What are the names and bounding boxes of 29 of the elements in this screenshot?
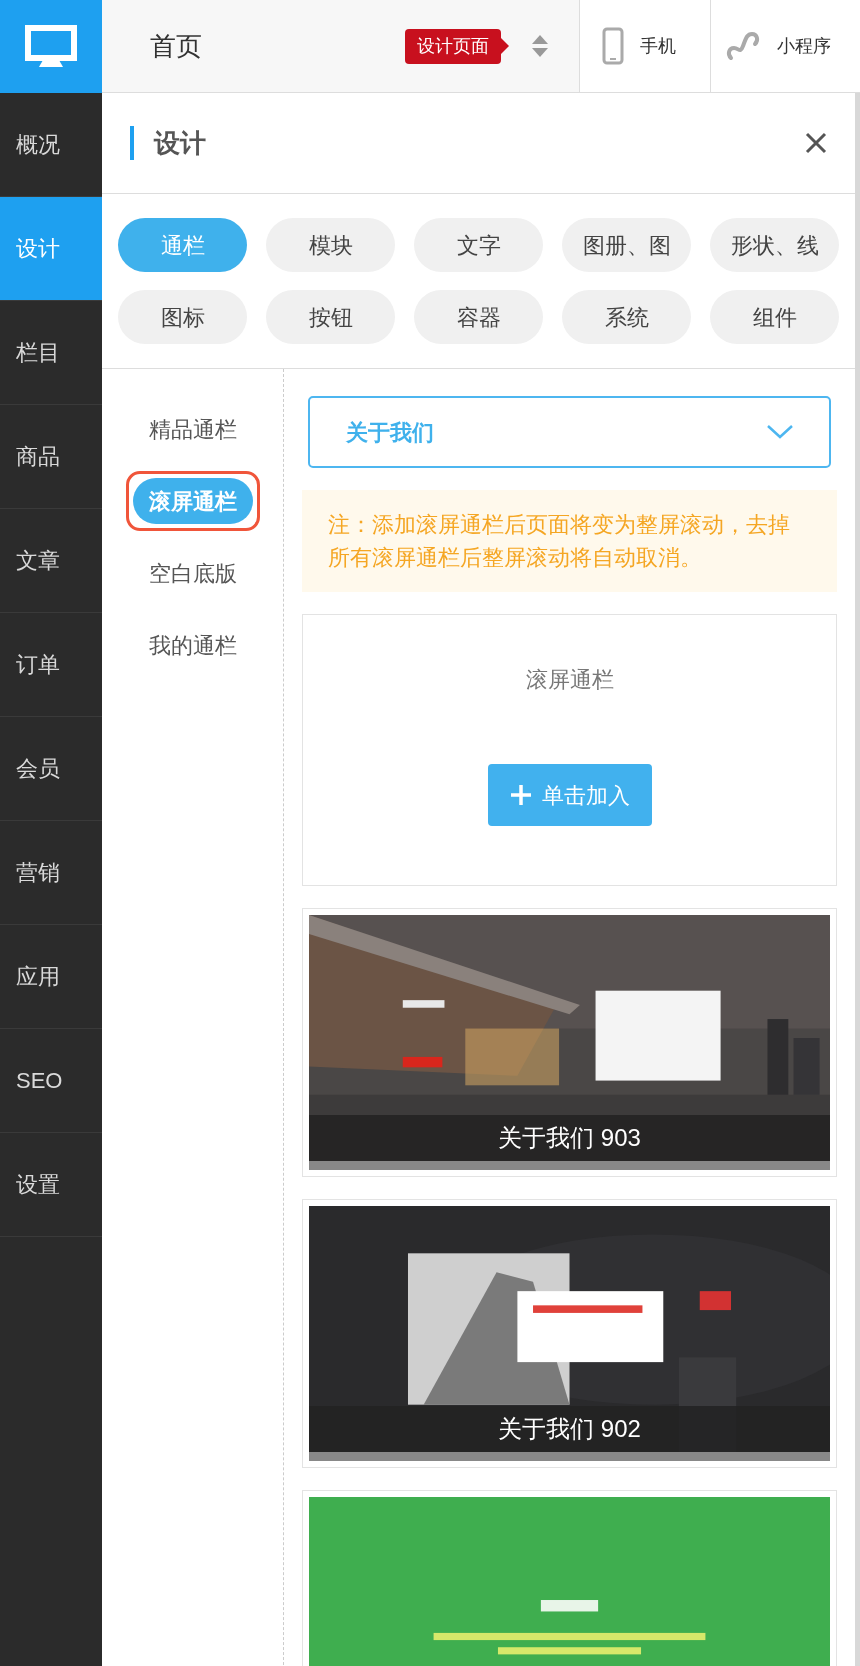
category-pill[interactable]: 图标 [118, 290, 247, 344]
subcategory-item[interactable]: 我的通栏 [132, 622, 253, 668]
notice-text: 注：添加滚屏通栏后页面将变为整屏滚动，去掉所有滚屏通栏后整屏滚动将自动取消。 [302, 490, 837, 592]
category-pill[interactable]: 按钮 [266, 290, 395, 344]
page-title: 首页 [150, 29, 202, 63]
category-pill[interactable]: 模块 [266, 218, 395, 272]
close-icon[interactable] [805, 132, 827, 154]
category-pill[interactable]: 图册、图 [562, 218, 691, 272]
card-title: 滚屏通栏 [525, 666, 614, 694]
category-pill[interactable]: 组件 [710, 290, 839, 344]
template-card[interactable]: 关于我们 902 [302, 1199, 837, 1468]
template-card[interactable]: 关于我们 903 [302, 908, 837, 1177]
template-caption: 关于我们 903 [309, 1115, 830, 1161]
category-pill[interactable]: 容器 [414, 290, 543, 344]
chevron-down-icon [767, 425, 793, 439]
logo-tile[interactable] [0, 0, 102, 93]
monitor-icon [25, 24, 77, 69]
category-pill[interactable]: 形状、线 [710, 218, 839, 272]
panel-title: 设计 [130, 126, 206, 160]
subcategory-item[interactable]: 空白底版 [132, 550, 253, 596]
mode-button[interactable]: 小程序 [710, 0, 860, 92]
sort-icon[interactable] [531, 34, 549, 58]
phone-icon [602, 27, 624, 65]
subcategory-item[interactable]: 精品通栏 [132, 406, 253, 452]
category-pill[interactable]: 文字 [414, 218, 543, 272]
mode-button[interactable]: 手机 [579, 0, 710, 92]
template-caption: 关于我们 902 [309, 1406, 830, 1452]
plus-icon [509, 784, 532, 806]
category-pill[interactable]: 系统 [562, 290, 691, 344]
